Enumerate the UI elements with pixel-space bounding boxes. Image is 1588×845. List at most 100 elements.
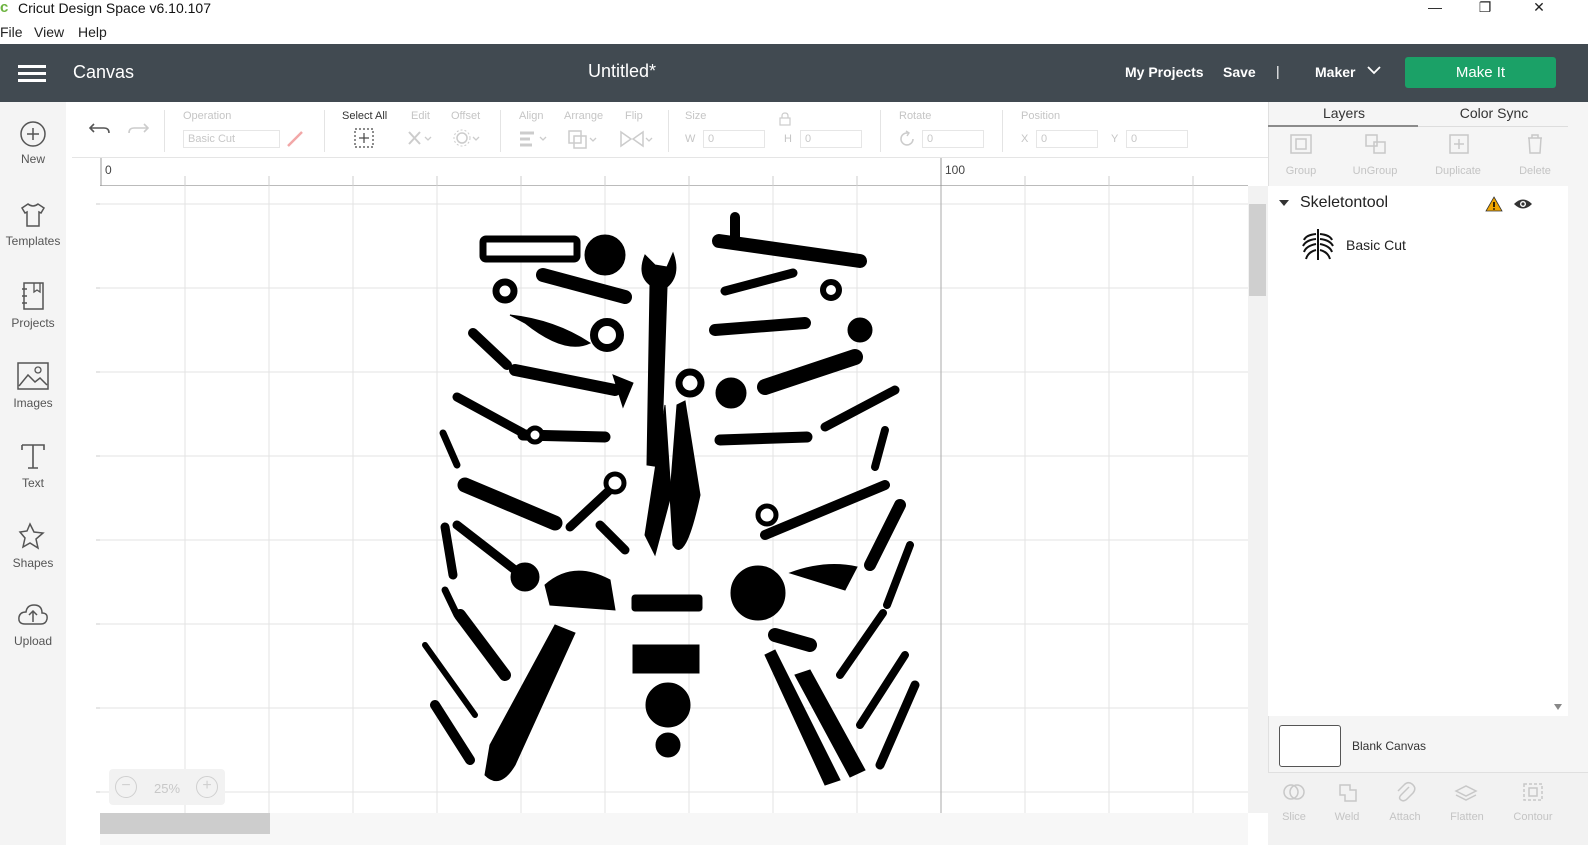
text-icon: [21, 444, 45, 469]
operation-label: Operation: [183, 110, 232, 122]
position-label: Position: [1021, 110, 1061, 122]
flatten-icon[interactable]: [1454, 781, 1478, 803]
menu-view[interactable]: View: [34, 24, 64, 40]
undo-icon[interactable]: [88, 118, 112, 138]
y-position-input[interactable]: 0: [1126, 130, 1188, 148]
vertical-ruler-ticks: [96, 203, 100, 793]
scroll-down-icon[interactable]: [1553, 703, 1563, 711]
zoom-in-button[interactable]: +: [196, 776, 218, 798]
caret-down-icon[interactable]: [1278, 198, 1290, 208]
toolbar-divider: [164, 110, 165, 152]
group-icon[interactable]: [1289, 133, 1313, 155]
sidebar-label-text: Text: [21, 476, 44, 490]
sidebar-item-new[interactable]: New: [0, 120, 66, 192]
horizontal-ruler: 0 100: [100, 158, 1248, 186]
slice-icon[interactable]: [1282, 781, 1306, 803]
height-axis-label: H: [784, 133, 792, 145]
rotate-input[interactable]: 0: [922, 130, 984, 148]
attach-paperclip-icon[interactable]: [1393, 781, 1417, 803]
upload-cloud-icon: [18, 604, 48, 625]
horizontal-scrollbar[interactable]: [100, 813, 1248, 845]
window-title: Cricut Design Space v6.10.107: [18, 0, 211, 16]
blank-canvas-swatch[interactable]: [1279, 725, 1341, 767]
flip-label: Flip: [625, 110, 643, 122]
flip-icon[interactable]: [618, 128, 654, 150]
sidebar-item-images[interactable]: Images: [0, 360, 66, 432]
ruler-ticks: [100, 158, 1194, 186]
x-position-input[interactable]: 0: [1036, 130, 1098, 148]
width-input[interactable]: 0: [703, 130, 765, 148]
arrange-icon[interactable]: [566, 128, 600, 150]
minimize-button[interactable]: —: [1412, 0, 1458, 18]
redo-icon[interactable]: [126, 118, 150, 138]
close-button[interactable]: ✕: [1516, 0, 1562, 18]
chevron-down-icon[interactable]: [1366, 64, 1382, 76]
save-button[interactable]: Save: [1223, 64, 1256, 80]
arrange-label: Arrange: [564, 110, 604, 122]
linetype-color-icon[interactable]: [284, 128, 306, 150]
toolbar-divider: [668, 110, 669, 152]
sidebar-label-new: New: [20, 152, 45, 166]
offset-label: Offset: [451, 110, 481, 122]
duplicate-icon[interactable]: [1447, 133, 1471, 155]
window-titlebar: c Cricut Design Space v6.10.107 — ❐ ✕: [0, 0, 1588, 18]
machine-select[interactable]: Maker: [1315, 64, 1355, 80]
sidebar-label-projects: Projects: [11, 316, 55, 330]
layer-group-name[interactable]: Skeletontool: [1300, 194, 1388, 212]
tab-color-sync[interactable]: Color Sync: [1419, 102, 1569, 128]
toolbar-divider: [880, 110, 881, 152]
menu-help[interactable]: Help: [78, 24, 107, 40]
select-all-label: Select All: [342, 110, 388, 122]
zoom-out-button[interactable]: −: [115, 776, 137, 798]
operation-select[interactable]: Basic Cut: [183, 130, 280, 148]
sidebar-label-templates: Templates: [5, 234, 61, 248]
document-title: Untitled*: [588, 61, 657, 81]
visibility-eye-icon[interactable]: [1513, 197, 1533, 211]
restore-button[interactable]: ❐: [1462, 0, 1508, 18]
skeleton-tools-artwork[interactable]: [415, 205, 925, 795]
align-label: Align: [519, 110, 544, 122]
y-axis-label: Y: [1111, 133, 1119, 145]
delete-label: Delete: [1519, 165, 1551, 177]
notebook-icon: [22, 282, 44, 310]
height-input[interactable]: 0: [800, 130, 862, 148]
horizontal-scroll-thumb[interactable]: [100, 813, 270, 834]
lock-icon[interactable]: [779, 112, 791, 126]
sidebar-label-upload: Upload: [13, 634, 53, 648]
sidebar-item-upload[interactable]: Upload: [0, 600, 66, 672]
sidebar-item-projects[interactable]: Projects: [0, 280, 66, 352]
vertical-scroll-thumb[interactable]: [1249, 204, 1266, 296]
attach-label: Attach: [1389, 811, 1421, 823]
layer-thumbnail: [1302, 229, 1334, 260]
my-projects-link[interactable]: My Projects: [1125, 64, 1204, 80]
sidebar-item-templates[interactable]: Templates: [0, 200, 66, 272]
sidebar-item-shapes[interactable]: Shapes: [0, 520, 66, 592]
edit-tools-icon[interactable]: [406, 128, 436, 148]
align-icon[interactable]: [516, 128, 550, 148]
size-label: Size: [685, 110, 707, 122]
layers-list: [1268, 186, 1568, 716]
flatten-label: Flatten: [1450, 811, 1484, 823]
weld-icon[interactable]: [1336, 781, 1360, 803]
menu-file[interactable]: File: [0, 24, 23, 40]
x-axis-label: X: [1021, 133, 1029, 145]
image-icon: [17, 362, 49, 390]
ungroup-icon[interactable]: [1364, 133, 1388, 155]
bottom-action-bar: Slice Weld Attach Flatten Contour: [1268, 772, 1588, 845]
make-it-button[interactable]: Make It: [1405, 57, 1556, 88]
sidebar-item-text[interactable]: Text: [0, 440, 66, 512]
hamburger-menu-icon[interactable]: [18, 65, 46, 83]
select-all-icon[interactable]: [353, 127, 375, 149]
contour-icon[interactable]: [1521, 781, 1545, 803]
layer-item-label[interactable]: Basic Cut: [1346, 237, 1406, 253]
menu-bar: File View Help: [0, 21, 1588, 43]
trash-icon[interactable]: [1525, 133, 1545, 155]
warning-icon[interactable]: [1485, 196, 1503, 212]
duplicate-label: Duplicate: [1435, 165, 1481, 177]
active-tab-indicator: [1268, 125, 1418, 127]
contour-label: Contour: [1513, 811, 1553, 823]
offset-icon[interactable]: [452, 128, 482, 148]
tshirt-icon: [20, 203, 46, 227]
sidebar-label-shapes: Shapes: [12, 556, 54, 570]
rotate-label: Rotate: [899, 110, 932, 122]
